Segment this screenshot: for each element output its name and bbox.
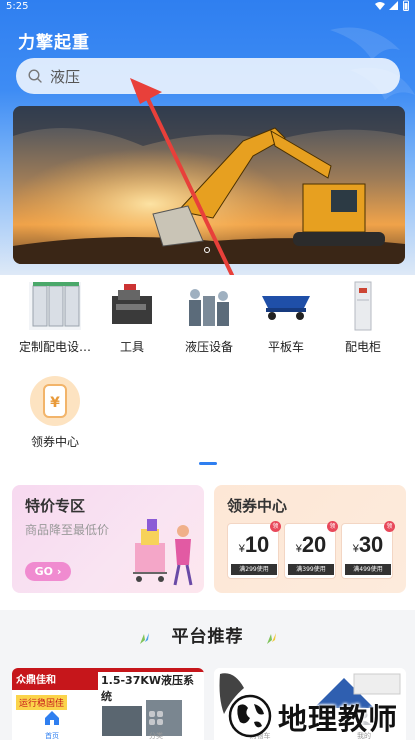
globe-logo: [228, 694, 272, 738]
status-time: 5:25: [6, 1, 29, 12]
power-cabinet-image: [335, 280, 391, 332]
special-offers-card[interactable]: 特价专区 商品降至最低价 GO ›: [12, 485, 204, 593]
category-page-indicator: [199, 462, 217, 465]
category-label: 工具: [119, 340, 144, 354]
category-label: 领券中心: [30, 435, 79, 449]
sparkle-icon: [140, 632, 150, 644]
special-offers-title: 特价专区: [25, 497, 86, 515]
distribution-cabinet-image: [27, 280, 83, 332]
coupon-center-icon: ¥: [27, 375, 83, 427]
category-label: 定制配电设…: [18, 340, 91, 354]
status-bar: 5:25: [0, 0, 415, 14]
flatbed-cart-image: [258, 280, 314, 332]
watermark: 地理教师: [226, 690, 415, 740]
coupon-condition: 满399使用: [288, 564, 334, 575]
tab-category[interactable]: 分类: [126, 710, 186, 740]
search-input[interactable]: 液压: [16, 58, 400, 94]
coupon-amount: ¥20: [295, 532, 327, 557]
recommend-title: 平台推荐: [171, 627, 244, 647]
recommend-header: 平台推荐: [0, 618, 415, 648]
signal-icon: [389, 0, 398, 10]
category-grid: 定制配电设… 工具 液压设备 平板车 配电柜 ¥ 领券中心: [0, 275, 415, 470]
category-item-coupon-center[interactable]: ¥ 领券中心: [15, 375, 95, 450]
category-item-custom-distribution[interactable]: 定制配电设…: [15, 280, 95, 355]
category-item-tools[interactable]: 工具: [92, 280, 172, 355]
home-icon: [45, 711, 59, 725]
category-item-flatbed-cart[interactable]: 平板车: [246, 280, 326, 355]
coupon-condition: 满499使用: [345, 564, 391, 575]
coupon-amount: ¥30: [352, 532, 384, 557]
coupon-condition: 满299使用: [231, 564, 277, 575]
tab-label: 首页: [45, 732, 59, 740]
category-label: 平板车: [267, 340, 304, 354]
special-offers-subtitle: 商品降至最低价: [25, 523, 110, 537]
watermark-text: 地理教师: [278, 702, 399, 736]
coupon-center-card[interactable]: 领券中心 领 ¥10 满299使用 领 ¥20 满399使用 领 ¥30 满49…: [214, 485, 406, 593]
category-item-hydraulic-equipment[interactable]: 液压设备: [169, 280, 249, 355]
coupon-badge: 领: [270, 521, 281, 532]
svg-text:¥: ¥: [50, 395, 60, 411]
sparkle-icon: [266, 632, 276, 644]
hydraulic-equipment-image: [181, 280, 237, 332]
search-icon: [28, 69, 42, 83]
status-icons: [375, 0, 409, 11]
excavator-banner-image: [13, 106, 405, 264]
app-title: 力擎起重: [18, 33, 90, 53]
tab-label: 分类: [149, 732, 163, 740]
search-query: 液压: [50, 67, 81, 86]
go-button[interactable]: GO ›: [25, 562, 71, 581]
coupon-10[interactable]: 领 ¥10 满299使用: [227, 521, 281, 579]
battery-icon: [403, 0, 409, 11]
promo-section: 特价专区 商品降至最低价 GO › 领券中心 领 ¥10 满299使用 领 ¥2…: [0, 470, 415, 610]
go-button-label: GO: [34, 565, 53, 578]
shopping-illustration: [133, 519, 193, 586]
coupon-amount: ¥10: [238, 532, 270, 557]
banner-carousel[interactable]: [13, 106, 405, 264]
category-item-power-cabinet[interactable]: 配电柜: [323, 280, 403, 355]
carousel-indicator: [204, 247, 210, 253]
tool-image: [104, 280, 160, 332]
coupon-center-title: 领券中心: [227, 497, 288, 515]
coupon-30[interactable]: 领 ¥30 满499使用: [341, 521, 395, 579]
coupon-badge: 领: [384, 521, 395, 532]
coupon-20[interactable]: 领 ¥20 满399使用: [284, 521, 338, 579]
grid-icon: [149, 711, 163, 725]
category-label: 配电柜: [344, 340, 381, 354]
wifi-icon: [375, 1, 385, 10]
tab-home[interactable]: 首页: [22, 710, 82, 740]
product-brand: 众鼎佳和: [16, 675, 56, 686]
coupon-badge: 领: [327, 521, 338, 532]
category-label: 液压设备: [184, 340, 233, 354]
